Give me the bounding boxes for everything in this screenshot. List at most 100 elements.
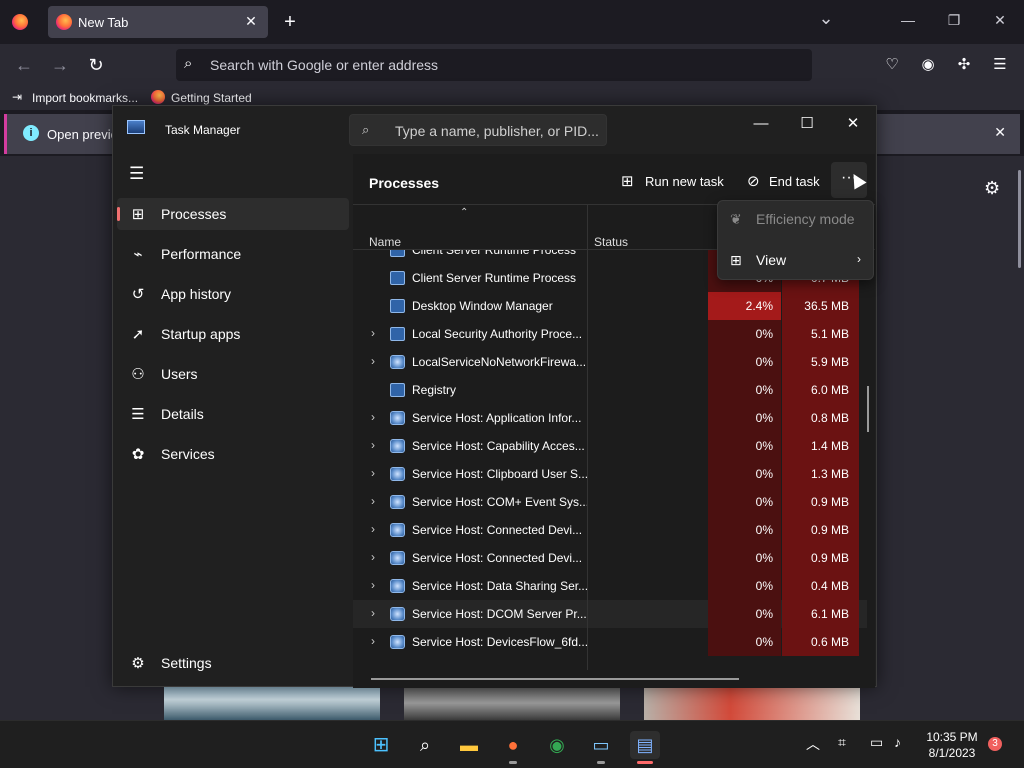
sidebar-item-processes[interactable]: ⊞ Processes <box>117 198 349 230</box>
info-icon: i <box>23 125 39 141</box>
table-row[interactable]: Desktop Window Manager 2.4% 36.5 MB <box>353 292 867 320</box>
column-status[interactable]: Status <box>594 235 628 249</box>
expand-chevron-icon[interactable]: › <box>371 606 375 620</box>
tm-minimize-button[interactable]: — <box>739 110 783 138</box>
sidebar-item-details[interactable]: ☰ Details <box>117 398 349 430</box>
table-row[interactable]: › Service Host: Application Infor... 0% 0.8… <box>353 404 867 432</box>
notification-badge[interactable]: 3 <box>988 737 1002 751</box>
expand-chevron-icon[interactable]: › <box>371 522 375 536</box>
sidebar-item-startup-apps[interactable]: ➚ Startup apps <box>117 318 349 350</box>
expand-chevron-icon[interactable]: › <box>371 578 375 592</box>
notification-close-icon[interactable]: ✕ <box>994 124 1006 141</box>
table-row[interactable]: › Service Host: Connected Devi... 0% 0.9 MB <box>353 544 867 572</box>
volume-icon[interactable]: ♪ <box>894 734 901 750</box>
account-icon[interactable]: ◉ <box>916 54 940 76</box>
sidebar-item-settings[interactable]: ⚙ Settings <box>117 647 349 679</box>
sidebar-item-users[interactable]: ⚇ Users <box>117 358 349 390</box>
sidebar-item-label: Services <box>161 446 215 462</box>
table-row[interactable]: › LocalServiceNoNetworkFirewa... 0% 5.9 MB <box>353 348 867 376</box>
process-icon <box>390 355 405 369</box>
table-row[interactable]: › Service Host: COM+ Event Sys... 0% 0.9 MB <box>353 488 867 516</box>
column-name[interactable]: Name <box>369 235 401 249</box>
tm-close-button[interactable]: ✕ <box>831 110 875 138</box>
horizontal-scrollbar[interactable] <box>371 678 739 680</box>
list-tabs-icon[interactable]: ⌄ <box>816 8 836 29</box>
bookmark-import[interactable]: Import bookmarks... <box>32 91 138 105</box>
file-explorer-icon[interactable]: ▬ <box>454 731 484 759</box>
task-manager-taskbar-icon[interactable]: ▤ <box>630 731 660 759</box>
start-button-icon[interactable]: ⊞ <box>366 731 396 759</box>
search-icon: ⌕ <box>184 55 193 72</box>
forward-button[interactable]: → <box>48 54 72 76</box>
memory-value: 0.9 MB <box>810 523 849 537</box>
expand-chevron-icon[interactable]: › <box>371 550 375 564</box>
sort-up-icon: ⌃ <box>460 207 469 218</box>
minimize-button[interactable]: — <box>898 12 918 28</box>
cpu-value: 0% <box>755 523 773 537</box>
expand-chevron-icon[interactable]: › <box>371 410 375 424</box>
hamburger-menu-icon[interactable]: ☰ <box>129 164 144 184</box>
show-hidden-icons[interactable]: ︿ <box>806 734 820 754</box>
pocket-icon[interactable]: ♡ <box>880 54 904 76</box>
chrome-icon[interactable]: ◉ <box>542 731 572 759</box>
tab-close-icon[interactable]: ✕ <box>242 12 260 30</box>
column-divider[interactable] <box>587 205 588 251</box>
search-input[interactable]: Type a name, publisher, or PID... <box>395 123 599 139</box>
expand-chevron-icon[interactable]: › <box>371 466 375 480</box>
top-site-thumbnail[interactable] <box>404 686 620 720</box>
expand-chevron-icon[interactable]: › <box>371 354 375 368</box>
expand-chevron-icon[interactable]: › <box>371 494 375 508</box>
newtab-settings-icon[interactable]: ⚙ <box>984 178 1000 199</box>
table-row[interactable]: › Service Host: Connected Devi... 0% 0.9 MB <box>353 516 867 544</box>
users-icon: ⚇ <box>131 366 145 383</box>
extensions-icon[interactable]: ✣ <box>952 54 976 76</box>
remote-desktop-icon[interactable]: ▭ <box>586 731 616 759</box>
expand-chevron-icon[interactable]: › <box>371 634 375 648</box>
url-input[interactable]: Search with Google or enter address <box>210 57 438 73</box>
table-row[interactable]: › Service Host: Capability Acces... 0% 1.4 … <box>353 432 867 460</box>
process-search-box[interactable]: ⌕ Type a name, publisher, or PID... <box>349 114 607 146</box>
end-task-button[interactable]: ⊘ End task <box>747 165 827 197</box>
display-icon[interactable]: ▭ <box>870 734 883 751</box>
running-indicator <box>597 761 605 764</box>
memory-value: 5.9 MB <box>810 355 849 369</box>
tab-favicon-icon <box>56 14 72 30</box>
tab-new-tab[interactable]: New Tab ✕ <box>48 6 268 38</box>
tm-maximize-button[interactable]: ☐ <box>785 110 829 138</box>
sidebar-item-performance[interactable]: ⌁ Performance <box>117 238 349 270</box>
sidebar-item-label: App history <box>161 286 232 302</box>
url-bar[interactable]: ⌕ Search with Google or enter address <box>176 49 812 81</box>
table-row[interactable]: Registry 0% 6.0 MB <box>353 376 867 404</box>
process-icon <box>390 439 405 453</box>
firefox-menu-icon[interactable] <box>12 14 28 30</box>
vertical-scrollbar[interactable] <box>867 386 869 432</box>
back-button[interactable]: ← <box>12 54 36 76</box>
table-row[interactable]: › Service Host: DevicesFlow_6fd... 0% 0.6 M… <box>353 628 867 656</box>
table-row[interactable]: › Service Host: Data Sharing Ser... 0% 0.4 … <box>353 572 867 600</box>
page-scrollbar[interactable] <box>1018 170 1021 268</box>
table-row[interactable]: › Service Host: Clipboard User S... 0% 1.3 … <box>353 460 867 488</box>
app-menu-icon[interactable]: ☰ <box>988 54 1012 76</box>
process-name: Service Host: Application Infor... <box>412 411 582 425</box>
sidebar-item-services[interactable]: ✿ Services <box>117 438 349 470</box>
table-row[interactable]: › Service Host: DCOM Server Pr... 0% 6.1 MB <box>353 600 867 628</box>
search-icon[interactable]: ⌕ <box>410 731 440 759</box>
clock-time: 10:35 PM <box>926 730 978 744</box>
reload-button[interactable]: ↻ <box>84 54 108 76</box>
new-tab-button[interactable]: + <box>280 10 300 34</box>
restore-button[interactable]: ❐ <box>944 12 964 29</box>
close-window-button[interactable]: ✕ <box>990 12 1010 29</box>
run-new-task-button[interactable]: ⊞ Run new task <box>621 165 725 197</box>
top-site-thumbnail[interactable] <box>164 686 380 720</box>
table-row[interactable]: › Local Security Authority Proce... 0% 5.1 … <box>353 320 867 348</box>
expand-chevron-icon[interactable]: › <box>371 326 375 340</box>
firefox-icon[interactable]: ● <box>498 731 528 759</box>
top-site-thumbnail[interactable] <box>644 686 860 720</box>
sidebar-item-app-history[interactable]: ↺ App history <box>117 278 349 310</box>
network-icon[interactable]: ⌗ <box>838 734 846 751</box>
expand-chevron-icon[interactable]: › <box>371 438 375 452</box>
menu-item-view[interactable]: ⊞ View › <box>722 243 871 277</box>
clock[interactable]: 10:35 PM 8/1/2023 <box>918 729 986 761</box>
menu-item-efficiency-mode[interactable]: ❦ Efficiency mode <box>722 202 871 236</box>
bookmark-getting-started[interactable]: Getting Started <box>171 91 252 105</box>
